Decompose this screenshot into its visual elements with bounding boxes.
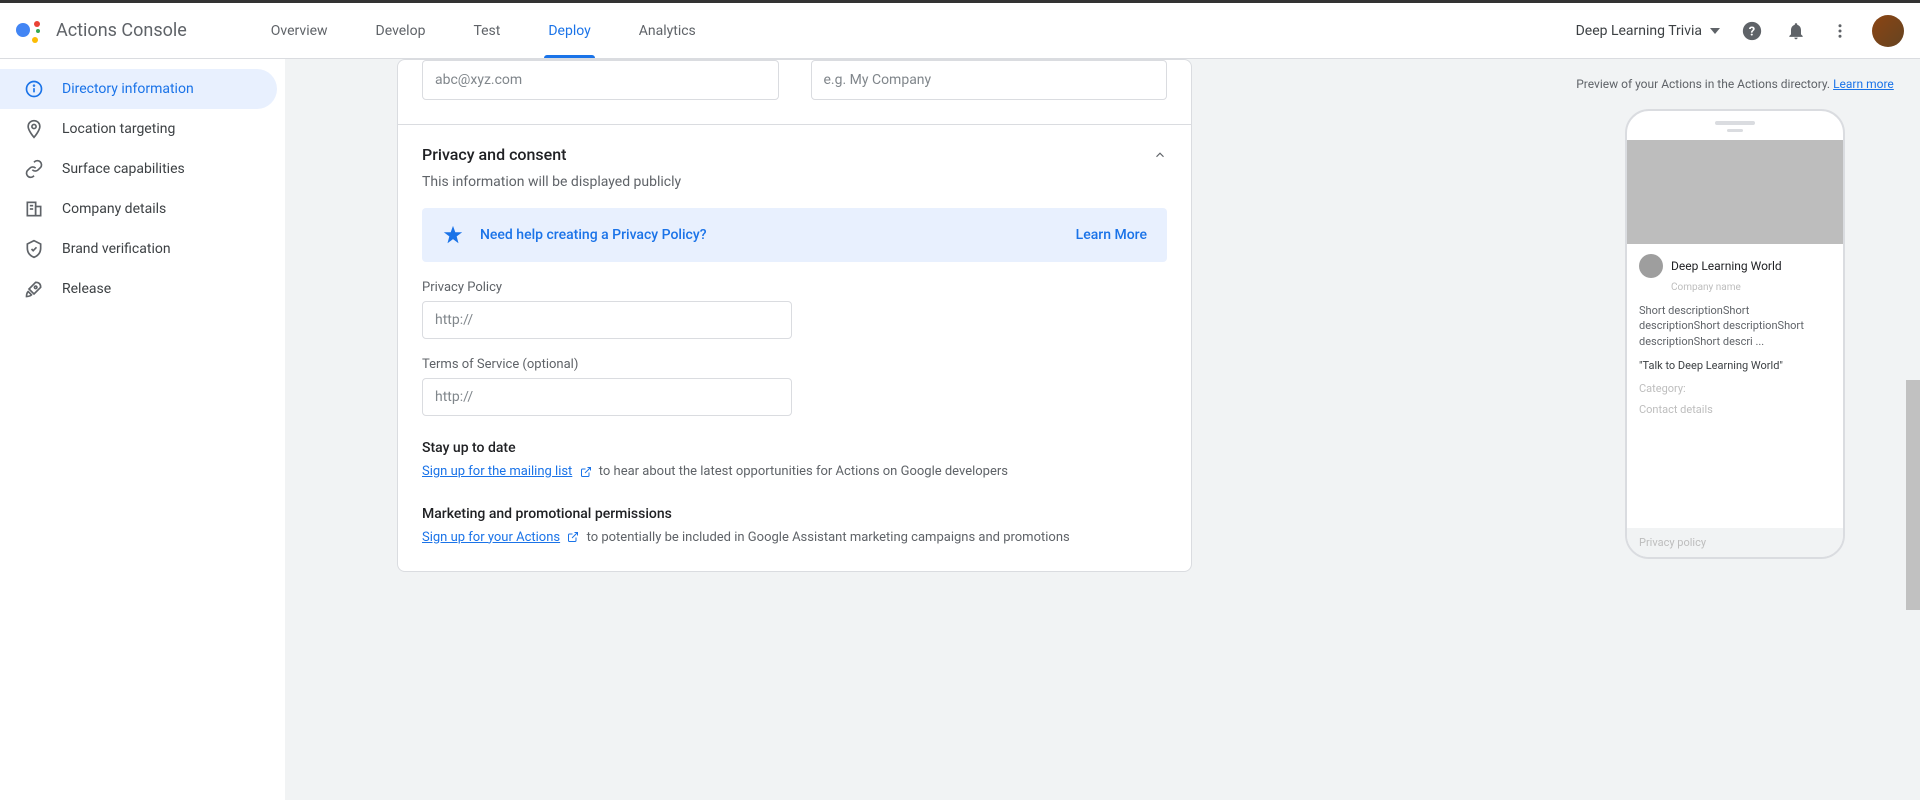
mailing-list-rest: to hear about the latest opportunities f… xyxy=(599,464,1008,479)
preview-intro: Preview of your Actions in the Actions d… xyxy=(1574,75,1896,93)
external-link-icon xyxy=(580,466,592,478)
sidebar: Directory information Location targeting… xyxy=(0,59,285,800)
preview-contact: Contact details xyxy=(1639,403,1831,416)
section-toggle[interactable]: Privacy and consent xyxy=(422,145,1167,164)
star-icon xyxy=(442,224,464,246)
help-icon[interactable]: ? xyxy=(1740,19,1764,43)
tab-test[interactable]: Test xyxy=(469,5,504,57)
tos-label: Terms of Service (optional) xyxy=(422,357,1167,372)
app-title: Actions Console xyxy=(56,20,187,41)
sidebar-item-directory-information[interactable]: Directory information xyxy=(0,69,277,109)
directory-form-card: Privacy and consent This information wil… xyxy=(397,59,1192,572)
sidebar-item-surface-capabilities[interactable]: Surface capabilities xyxy=(0,149,277,189)
link-icon xyxy=(24,159,44,179)
mailing-list-line: Sign up for the mailing list to hear abo… xyxy=(422,462,1167,482)
phone-speaker xyxy=(1715,121,1755,125)
sidebar-item-label: Directory information xyxy=(62,81,194,97)
more-menu-icon[interactable] xyxy=(1828,19,1852,43)
marketing-line: Sign up for your Actions to potentially … xyxy=(422,528,1167,548)
nav-tabs: Overview Develop Test Deploy Analytics xyxy=(267,5,1576,57)
notifications-icon[interactable] xyxy=(1784,19,1808,43)
preview-panel: Preview of your Actions in the Actions d… xyxy=(1550,59,1920,800)
sidebar-item-release[interactable]: Release xyxy=(0,269,277,309)
phone-preview: Deep Learning World Company name Short d… xyxy=(1625,109,1845,559)
privacy-policy-label: Privacy Policy xyxy=(422,280,1167,295)
scrollbar-thumb[interactable] xyxy=(1906,380,1920,610)
marketing-heading: Marketing and promotional permissions xyxy=(422,506,1167,522)
sidebar-item-label: Company details xyxy=(62,201,166,217)
tab-develop[interactable]: Develop xyxy=(372,5,430,57)
sidebar-item-label: Release xyxy=(62,281,111,297)
email-input[interactable] xyxy=(422,60,779,100)
preview-company-name: Company name xyxy=(1671,282,1831,293)
stay-uptodate-heading: Stay up to date xyxy=(422,440,1167,456)
preview-category: Category: xyxy=(1639,382,1831,395)
company-input[interactable] xyxy=(811,60,1168,100)
building-icon xyxy=(24,199,44,219)
preview-invocation: "Talk to Deep Learning World" xyxy=(1639,359,1831,372)
app-header: Actions Console Overview Develop Test De… xyxy=(0,3,1920,59)
sidebar-item-label: Brand verification xyxy=(62,241,171,257)
learn-more-link[interactable]: Learn More xyxy=(1076,227,1147,243)
section-title: Privacy and consent xyxy=(422,145,566,164)
marketing-rest: to potentially be included in Google Ass… xyxy=(587,530,1070,545)
user-avatar[interactable] xyxy=(1872,15,1904,47)
tos-input[interactable] xyxy=(422,378,792,416)
rocket-icon xyxy=(24,279,44,299)
project-selector[interactable]: Deep Learning Trivia xyxy=(1576,23,1720,39)
preview-app-name: Deep Learning World xyxy=(1671,259,1782,273)
preview-banner-image xyxy=(1627,140,1843,244)
tab-deploy[interactable]: Deploy xyxy=(544,5,594,57)
privacy-help-banner: Need help creating a Privacy Policy? Lea… xyxy=(422,208,1167,262)
tab-overview[interactable]: Overview xyxy=(267,5,332,57)
phone-handle xyxy=(1727,129,1743,132)
sidebar-item-brand-verification[interactable]: Brand verification xyxy=(0,229,277,269)
sidebar-item-label: Surface capabilities xyxy=(62,161,185,177)
privacy-consent-section: Privacy and consent This information wil… xyxy=(398,124,1191,571)
privacy-policy-input[interactable] xyxy=(422,301,792,339)
preview-app-icon xyxy=(1639,254,1663,278)
info-icon xyxy=(24,79,44,99)
external-link-icon xyxy=(567,531,579,543)
chevron-up-icon xyxy=(1153,148,1167,162)
svg-text:?: ? xyxy=(1749,24,1755,39)
marketing-link[interactable]: Sign up for your Actions xyxy=(422,530,560,545)
banner-text: Need help creating a Privacy Policy? xyxy=(480,227,1076,243)
assistant-logo-icon xyxy=(16,19,40,43)
tab-analytics[interactable]: Analytics xyxy=(635,5,700,57)
project-name: Deep Learning Trivia xyxy=(1576,23,1702,39)
preview-privacy: Privacy policy xyxy=(1627,528,1843,557)
preview-description: Short descriptionShort descriptionShort … xyxy=(1639,303,1831,349)
preview-learn-more-link[interactable]: Learn more xyxy=(1833,77,1894,91)
mailing-list-link[interactable]: Sign up for the mailing list xyxy=(422,464,572,479)
pin-icon xyxy=(24,119,44,139)
sidebar-item-label: Location targeting xyxy=(62,121,175,137)
sidebar-item-location-targeting[interactable]: Location targeting xyxy=(0,109,277,149)
shield-icon xyxy=(24,239,44,259)
dropdown-icon xyxy=(1710,28,1720,34)
section-subtitle: This information will be displayed publi… xyxy=(422,174,1167,190)
sidebar-item-company-details[interactable]: Company details xyxy=(0,189,277,229)
